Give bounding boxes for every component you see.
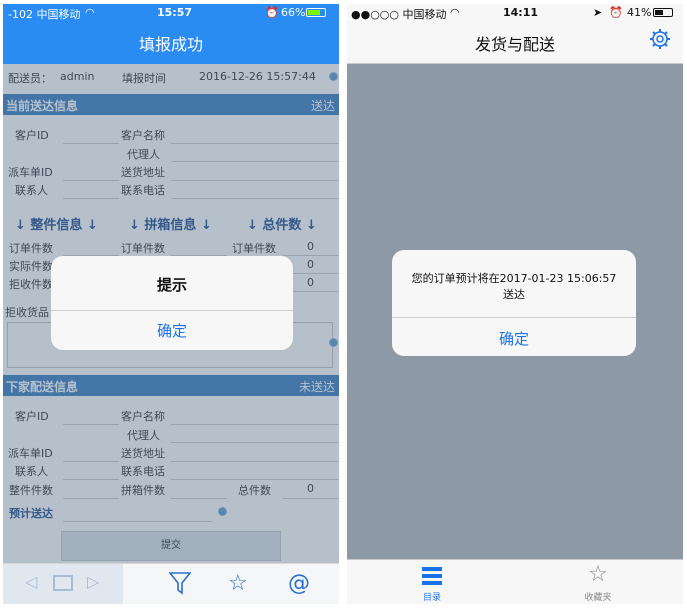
tab-bar: 目录 ☆ 收藏夹 [347,559,683,604]
tab-catalog-label: 目录 [422,593,441,603]
filter-icon[interactable] [168,571,192,600]
alert-ok-button[interactable]: 确定 [51,320,293,341]
page-icon[interactable] [53,575,73,591]
alert-dialog: 您的订单预计将在2017-01-23 15:06:57 送达 确定 [392,250,636,356]
star-icon: ☆ [588,562,608,587]
page-title: 发货与配送 [474,35,555,54]
wifi-icon: ◠ [450,6,460,19]
battery-icon [306,8,326,17]
tab-catalog[interactable]: 目录 [387,560,477,604]
alert-dialog: 提示 确定 [51,256,293,350]
at-icon[interactable]: @ [288,571,310,596]
list-icon [422,567,442,585]
battery-text: 66% [281,6,306,19]
gear-icon[interactable] [649,28,671,54]
battery-icon [653,8,673,17]
alert-divider [51,310,293,311]
top-navbar: -102 中国移动 ◠ 15:57 ⏰ 66% 填报成功 [3,4,339,64]
alarm-icon: ⏰ [265,6,279,19]
clock-text: 14:11 [503,6,539,19]
alert-divider [392,317,636,318]
signal-text: -102 中国移动 [8,8,81,21]
left-phone-screen: -102 中国移动 ◠ 15:57 ⏰ 66% 填报成功 配送员： admin … [3,4,339,604]
tab-favorites[interactable]: ☆ 收藏夹 [553,560,643,604]
alarm-icon: ⏰ [609,6,623,19]
status-bar: ●●○○○ 中国移动 ◠ 14:11 ➤ ⏰ 41% [347,4,683,22]
alert-ok-button[interactable]: 确定 [392,328,636,349]
top-navbar: ●●○○○ 中国移动 ◠ 14:11 ➤ ⏰ 41% 发货与配送 [347,4,683,64]
status-bar: -102 中国移动 ◠ 15:57 ⏰ 66% [3,4,339,22]
carrier-text: ●●○○○ 中国移动 [351,8,447,21]
location-icon: ➤ [593,6,603,19]
next-arrow-icon[interactable]: ▷ [87,572,99,591]
prev-arrow-icon[interactable]: ◁ [25,572,37,591]
page-title: 填报成功 [138,35,203,54]
battery-text: 41% [627,6,652,19]
alert-title: 提示 [156,276,187,294]
wifi-icon: ◠ [85,6,95,19]
star-icon[interactable]: ☆ [228,571,248,596]
bottom-toolbar: ◁ ▷ ☆ @ [3,563,339,604]
clock-text: 15:57 [157,6,193,19]
alert-message-line2: 送达 [503,288,525,301]
tab-favorites-label: 收藏夹 [584,593,612,603]
alert-message-line1: 您的订单预计将在2017-01-23 15:06:57 [411,272,617,285]
right-phone-screen: ●●○○○ 中国移动 ◠ 14:11 ➤ ⏰ 41% 发货与配送 您的订单预计将… [347,4,683,604]
pager-controls: ◁ ▷ [3,564,123,604]
